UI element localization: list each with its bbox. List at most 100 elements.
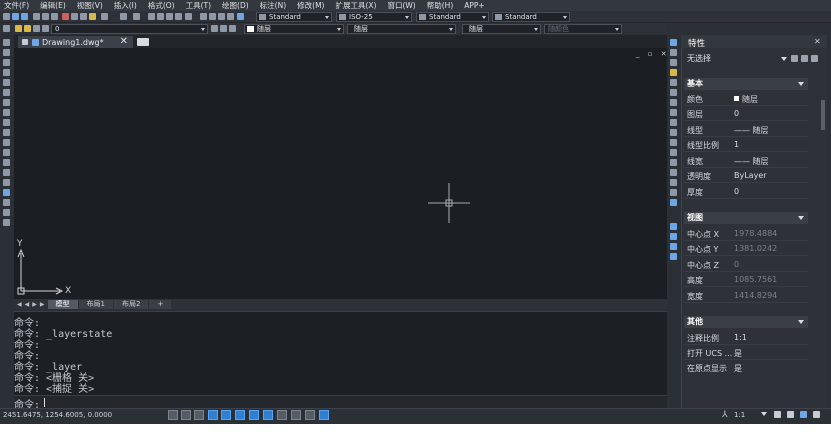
design-center-icon[interactable] — [200, 13, 207, 20]
add-layout-button[interactable]: + — [149, 299, 172, 309]
window-controls[interactable]: _ ▫ ✕ — [636, 50, 670, 58]
calculator-icon[interactable] — [237, 13, 244, 20]
offset-icon[interactable] — [670, 69, 677, 76]
make-current-layer-icon[interactable] — [211, 25, 218, 32]
draw-order-icon[interactable] — [670, 223, 677, 230]
menu-app[interactable]: APP+ — [464, 1, 484, 10]
prop-row[interactable]: 线型 —— 随层 — [684, 122, 808, 137]
copy-icon[interactable] — [71, 13, 78, 20]
properties-icon[interactable] — [185, 13, 192, 20]
extend-icon[interactable] — [670, 139, 677, 146]
new-file-icon[interactable] — [3, 13, 10, 20]
ellipse-arc-icon[interactable] — [3, 139, 10, 146]
layer-select[interactable]: 0 — [51, 24, 208, 34]
prop-row[interactable]: 图层 0 — [684, 106, 808, 121]
select-objects-icon[interactable] — [801, 55, 808, 62]
text-to-front-icon[interactable] — [670, 253, 677, 260]
new-tab-button[interactable] — [137, 38, 149, 46]
array-icon[interactable] — [670, 79, 677, 86]
fillet-icon[interactable] — [670, 179, 677, 186]
edit-polyline-icon[interactable] — [670, 199, 677, 206]
move-icon[interactable] — [670, 89, 677, 96]
multileader-style-select[interactable]: Standard — [492, 12, 570, 22]
multiline-text-icon[interactable] — [3, 219, 10, 226]
command-input[interactable]: 命令: — [14, 395, 679, 411]
otrack-toggle-icon[interactable] — [235, 410, 245, 420]
annotation-scale-icon[interactable]: ⅄ — [722, 410, 728, 420]
close-panel-icon[interactable]: ✕ — [814, 37, 821, 46]
zoom-realtime-icon[interactable] — [157, 13, 164, 20]
publish-icon[interactable] — [51, 13, 58, 20]
properties-scrollbar[interactable] — [821, 100, 825, 130]
close-tab-icon[interactable]: ✕ — [120, 36, 128, 48]
dynamic-ucs-toggle-icon[interactable] — [249, 410, 259, 420]
revision-cloud-icon[interactable] — [3, 109, 10, 116]
light-bulb-icon[interactable] — [15, 25, 22, 32]
prop-row[interactable]: 线宽 —— 随层 — [684, 153, 808, 168]
document-tab[interactable]: Drawing1.dwg* ✕ — [18, 36, 133, 48]
auto-scale-icon[interactable] — [787, 411, 794, 418]
spline-icon[interactable] — [3, 119, 10, 126]
layout-prev-icon[interactable]: ◀ — [25, 301, 30, 308]
menu-edit[interactable]: 编辑(E) — [40, 0, 66, 11]
fullscreen-icon[interactable] — [813, 411, 820, 418]
hatch-icon[interactable] — [3, 179, 10, 186]
chamfer-icon[interactable] — [670, 169, 677, 176]
explode-icon[interactable] — [670, 189, 677, 196]
undo-icon[interactable] — [120, 13, 127, 20]
prop-row[interactable]: 中心点 Y 1381.0242 — [684, 241, 808, 256]
osnap-toggle-icon[interactable] — [221, 410, 231, 420]
print-icon[interactable] — [33, 13, 40, 20]
color-select[interactable]: 随层 — [244, 24, 344, 34]
workspace-gear-icon[interactable] — [800, 411, 807, 418]
section-view[interactable]: 视图 — [684, 212, 808, 224]
trim-icon[interactable] — [670, 129, 677, 136]
insert-block-icon[interactable] — [3, 149, 10, 156]
pan-icon[interactable] — [148, 13, 155, 20]
annotation-visibility-icon[interactable] — [774, 411, 781, 418]
break-icon[interactable] — [670, 149, 677, 156]
prop-row[interactable]: 高度 1085.7561 — [684, 272, 808, 287]
prop-row[interactable]: 中心点 Z0 — [684, 257, 808, 272]
menu-dimension[interactable]: 标注(N) — [260, 0, 286, 11]
polygon-icon[interactable] — [3, 69, 10, 76]
print-preview-icon[interactable] — [42, 13, 49, 20]
bring-to-front-icon[interactable] — [670, 233, 677, 240]
dim-style-select[interactable]: ISO-25 — [336, 12, 412, 22]
menu-draw[interactable]: 绘图(D) — [222, 0, 249, 11]
erase-icon[interactable] — [670, 39, 677, 46]
drawing-canvas[interactable]: Y X — [14, 48, 667, 299]
text-style-select[interactable]: Standard — [256, 12, 332, 22]
tab-layout2[interactable]: 布局2 — [113, 299, 149, 309]
ortho-toggle-icon[interactable] — [194, 410, 204, 420]
layout-next-icon[interactable]: ▶ — [32, 301, 37, 308]
menu-help[interactable]: 帮助(H) — [427, 0, 454, 11]
prop-row[interactable]: 颜色 随层 — [684, 91, 808, 106]
table-style-select[interactable]: Standard — [416, 12, 489, 22]
sheet-set-icon[interactable] — [218, 13, 225, 20]
section-misc[interactable]: 其他 — [684, 316, 808, 328]
transparency-toggle-icon[interactable] — [291, 410, 301, 420]
arc-icon[interactable] — [3, 89, 10, 96]
menu-format[interactable]: 格式(O) — [148, 0, 175, 11]
rotate-icon[interactable] — [670, 99, 677, 106]
zoom-previous-icon[interactable] — [175, 13, 182, 20]
gradient-icon[interactable] — [3, 189, 10, 196]
prop-row[interactable]: 打开 UCS ... 是 — [684, 345, 808, 360]
layer-previous-icon[interactable] — [220, 25, 227, 32]
join-icon[interactable] — [670, 159, 677, 166]
menu-extend-tools[interactable]: 扩展工具(X) — [335, 0, 376, 11]
mirror-icon[interactable] — [670, 59, 677, 66]
layer-states-icon[interactable] — [229, 25, 236, 32]
table-icon[interactable] — [3, 209, 10, 216]
prop-row[interactable]: 透明度 ByLayer — [684, 168, 808, 183]
construction-line-icon[interactable] — [3, 49, 10, 56]
ellipse-icon[interactable] — [3, 129, 10, 136]
plot-style-select[interactable]: 随颜色 — [544, 24, 622, 34]
menu-view[interactable]: 视图(V) — [77, 0, 103, 11]
quick-select-icon[interactable] — [811, 55, 818, 62]
zoom-window-icon[interactable] — [166, 13, 173, 20]
open-file-icon[interactable] — [12, 13, 19, 20]
region-icon[interactable] — [3, 199, 10, 206]
tab-layout1[interactable]: 布局1 — [78, 299, 113, 309]
